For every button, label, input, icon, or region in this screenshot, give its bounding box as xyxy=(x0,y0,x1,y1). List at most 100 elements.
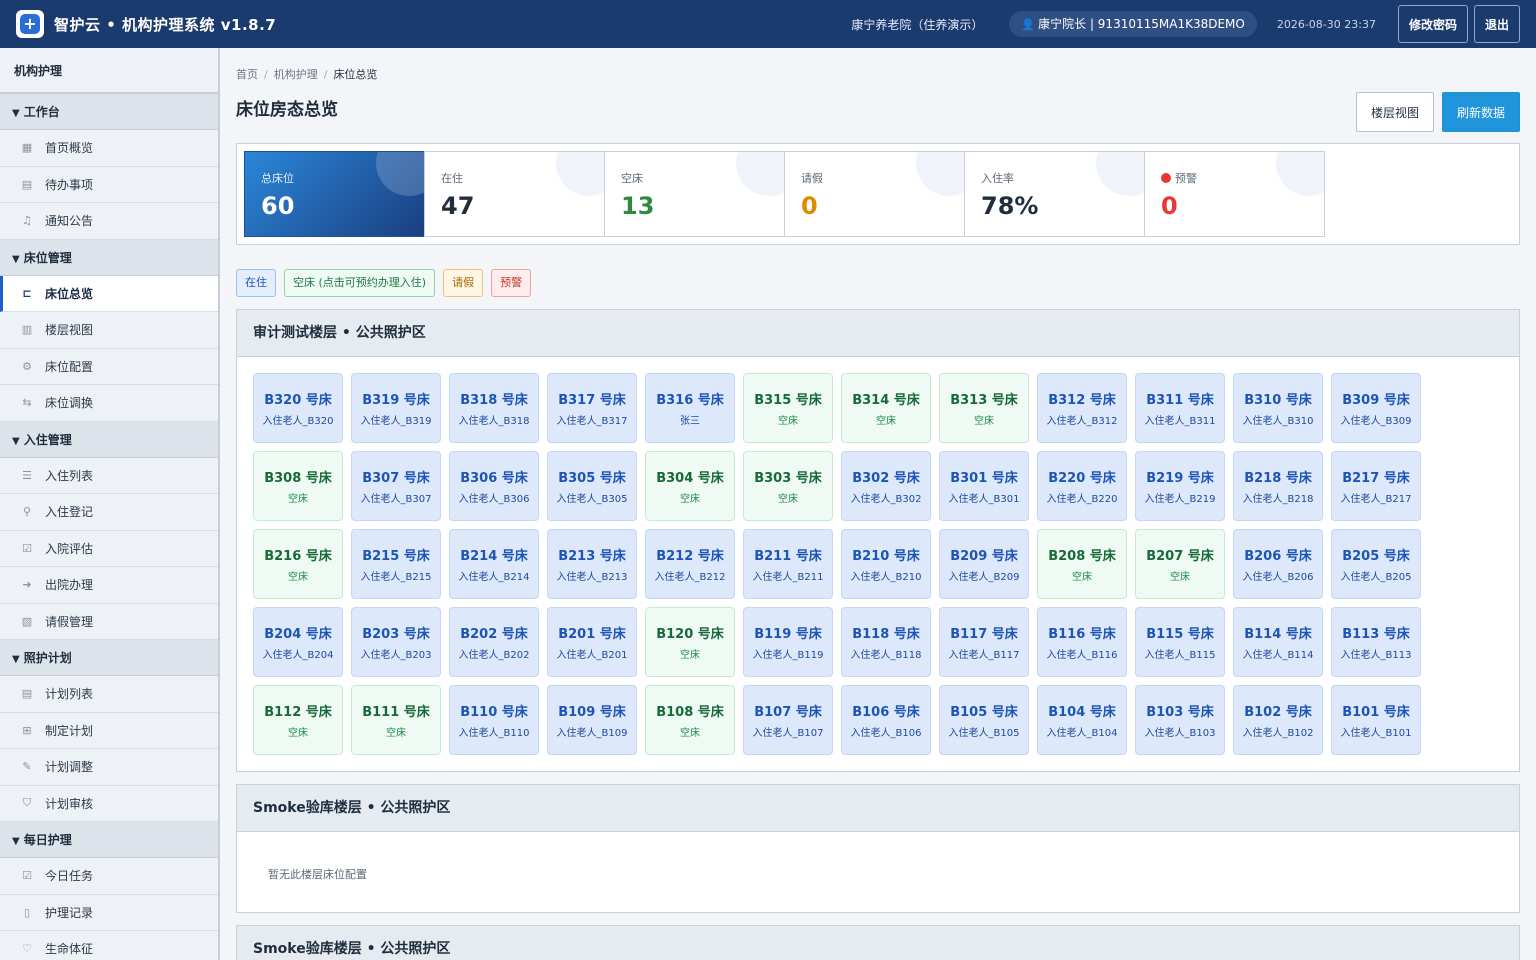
bed-card[interactable]: B119 号床 入住老人_B119 xyxy=(743,607,833,677)
bed-card[interactable]: B312 号床 入住老人_B312 xyxy=(1037,373,1127,443)
bed-card[interactable]: B309 号床 入住老人_B309 xyxy=(1331,373,1421,443)
bed-card[interactable]: B315 号床 空床 xyxy=(743,373,833,443)
bed-occupant: 入住老人_B201 xyxy=(556,650,628,661)
bed-card[interactable]: B310 号床 入住老人_B310 xyxy=(1233,373,1323,443)
bed-card[interactable]: B112 号床 空床 xyxy=(253,685,343,755)
breadcrumb-home[interactable]: 首页 xyxy=(236,68,258,81)
sidebar-item-1-1[interactable]: ▥ 楼层视图 xyxy=(0,312,218,349)
sidebar-item-1-3[interactable]: ⇆ 床位调换 xyxy=(0,385,218,422)
bed-card[interactable]: B303 号床 空床 xyxy=(743,451,833,521)
bed-card[interactable]: B313 号床 空床 xyxy=(939,373,1029,443)
sidebar-item-4-2[interactable]: ♡ 生命体征 xyxy=(0,931,218,960)
bed-card[interactable]: B218 号床 入住老人_B218 xyxy=(1233,451,1323,521)
bed-card[interactable]: B202 号床 入住老人_B202 xyxy=(449,607,539,677)
bed-card[interactable]: B214 号床 入住老人_B214 xyxy=(449,529,539,599)
bed-occupant: 入住老人_B301 xyxy=(948,494,1020,505)
logout-button[interactable]: 退出 xyxy=(1473,5,1520,43)
bed-occupant: 入住老人_B214 xyxy=(458,572,530,583)
sidebar-item-0-0[interactable]: ▦ 首页概览 xyxy=(0,130,218,167)
bed-card[interactable]: B318 号床 入住老人_B318 xyxy=(449,373,539,443)
bed-card[interactable]: B215 号床 入住老人_B215 xyxy=(351,529,441,599)
bed-card[interactable]: B115 号床 入住老人_B115 xyxy=(1135,607,1225,677)
bed-card[interactable]: B316 号床 张三 xyxy=(645,373,735,443)
sidebar-item-3-2[interactable]: ✎ 计划调整 xyxy=(0,749,218,786)
bed-card[interactable]: B304 号床 空床 xyxy=(645,451,735,521)
bed-card[interactable]: B105 号床 入住老人_B105 xyxy=(939,685,1029,755)
sidebar-item-2-0[interactable]: ☰ 入住列表 xyxy=(0,457,218,494)
sidebar-group-4[interactable]: ▼ 每日护理 xyxy=(0,822,218,858)
sidebar-item-3-3[interactable]: ⛉ 计划审核 xyxy=(0,785,218,822)
bed-card[interactable]: B109 号床 入住老人_B109 xyxy=(547,685,637,755)
sidebar-group-1[interactable]: ▼ 床位管理 xyxy=(0,239,218,276)
bed-card[interactable]: B205 号床 入住老人_B205 xyxy=(1331,529,1421,599)
sidebar-group-0[interactable]: ▼ 工作台 xyxy=(0,94,218,130)
bed-card[interactable]: B120 号床 空床 xyxy=(645,607,735,677)
floor-title: 审计测试楼层 • 公共照护区 xyxy=(237,310,1519,357)
bed-card[interactable]: B308 号床 空床 xyxy=(253,451,343,521)
sidebar-item-0-1[interactable]: ▤ 待办事项 xyxy=(0,166,218,203)
bed-number: B108 号床 xyxy=(656,705,724,720)
sidebar-item-3-1[interactable]: ⊞ 制定计划 xyxy=(0,712,218,749)
bed-card[interactable]: B108 号床 空床 xyxy=(645,685,735,755)
floor-view-button[interactable]: 楼层视图 xyxy=(1355,92,1434,132)
bed-card[interactable]: B203 号床 入住老人_B203 xyxy=(351,607,441,677)
sidebar-item-1-0[interactable]: ⊏ 床位总览 xyxy=(0,275,218,312)
bed-card[interactable]: B319 号床 入住老人_B319 xyxy=(351,373,441,443)
sidebar-item-2-4[interactable]: ▧ 请假管理 xyxy=(0,603,218,640)
bed-card[interactable]: B114 号床 入住老人_B114 xyxy=(1233,607,1323,677)
bed-card[interactable]: B206 号床 入住老人_B206 xyxy=(1233,529,1323,599)
bed-card[interactable]: B307 号床 入住老人_B307 xyxy=(351,451,441,521)
bed-card[interactable]: B209 号床 入住老人_B209 xyxy=(939,529,1029,599)
bed-card[interactable]: B216 号床 空床 xyxy=(253,529,343,599)
sidebar-item-label: 入院评估 xyxy=(45,541,94,556)
bed-card[interactable]: B208 号床 空床 xyxy=(1037,529,1127,599)
sidebar-item-1-2[interactable]: ⚙ 床位配置 xyxy=(0,348,218,385)
bed-card[interactable]: B118 号床 入住老人_B118 xyxy=(841,607,931,677)
bed-card[interactable]: B302 号床 入住老人_B302 xyxy=(841,451,931,521)
bed-card[interactable]: B113 号床 入住老人_B113 xyxy=(1331,607,1421,677)
bed-card[interactable]: B301 号床 入住老人_B301 xyxy=(939,451,1029,521)
bed-card[interactable]: B306 号床 入住老人_B306 xyxy=(449,451,539,521)
bed-card[interactable]: B111 号床 空床 xyxy=(351,685,441,755)
bed-card[interactable]: B219 号床 入住老人_B219 xyxy=(1135,451,1225,521)
bed-card[interactable]: B104 号床 入住老人_B104 xyxy=(1037,685,1127,755)
bed-card[interactable]: B314 号床 空床 xyxy=(841,373,931,443)
sidebar-group-2[interactable]: ▼ 入住管理 xyxy=(0,421,218,458)
bed-card[interactable]: B107 号床 入住老人_B107 xyxy=(743,685,833,755)
bed-card[interactable]: B320 号床 入住老人_B320 xyxy=(253,373,343,443)
sidebar-item-0-2[interactable]: ♫ 通知公告 xyxy=(0,203,218,240)
bed-card[interactable]: B101 号床 入住老人_B101 xyxy=(1331,685,1421,755)
bed-card[interactable]: B212 号床 入住老人_B212 xyxy=(645,529,735,599)
bed-card[interactable]: B204 号床 入住老人_B204 xyxy=(253,607,343,677)
bed-card[interactable]: B211 号床 入住老人_B211 xyxy=(743,529,833,599)
sidebar-item-4-1[interactable]: ▯ 护理记录 xyxy=(0,894,218,931)
bed-card[interactable]: B116 号床 入住老人_B116 xyxy=(1037,607,1127,677)
change-password-button[interactable]: 修改密码 xyxy=(1397,5,1468,43)
sidebar-item-4-0[interactable]: ☑ 今日任务 xyxy=(0,858,218,895)
bed-card[interactable]: B217 号床 入住老人_B217 xyxy=(1331,451,1421,521)
breadcrumb: 首页 / 机构护理 / 床位总览 xyxy=(236,68,378,81)
bed-card[interactable]: B311 号床 入住老人_B311 xyxy=(1135,373,1225,443)
bed-card[interactable]: B102 号床 入住老人_B102 xyxy=(1233,685,1323,755)
bed-card[interactable]: B305 号床 入住老人_B305 xyxy=(547,451,637,521)
bed-card[interactable]: B110 号床 入住老人_B110 xyxy=(449,685,539,755)
bed-card[interactable]: B220 号床 入住老人_B220 xyxy=(1037,451,1127,521)
sidebar-item-2-2[interactable]: ☑ 入院评估 xyxy=(0,530,218,567)
sidebar-group-3[interactable]: ▼ 照护计划 xyxy=(0,640,218,676)
bed-card[interactable]: B210 号床 入住老人_B210 xyxy=(841,529,931,599)
bed-card[interactable]: B213 号床 入住老人_B213 xyxy=(547,529,637,599)
sidebar-item-2-3[interactable]: ➜ 出院办理 xyxy=(0,567,218,604)
user-pill[interactable]: 👤 康宁院长 | 91310115MA1K38DEMO xyxy=(1009,11,1257,37)
bed-card[interactable]: B103 号床 入住老人_B103 xyxy=(1135,685,1225,755)
bed-card[interactable]: B317 号床 入住老人_B317 xyxy=(547,373,637,443)
stats-row: 总床位 60 在住 47 空床 13 请假 0 入住率 78% 预警 0 xyxy=(244,151,1512,237)
bed-card[interactable]: B117 号床 入住老人_B117 xyxy=(939,607,1029,677)
sidebar-item-2-1[interactable]: ⚲ 入住登记 xyxy=(0,494,218,531)
bed-number: B107 号床 xyxy=(754,705,822,720)
sidebar-item-3-0[interactable]: ▤ 计划列表 xyxy=(0,676,218,713)
bed-card[interactable]: B201 号床 入住老人_B201 xyxy=(547,607,637,677)
bed-card[interactable]: B207 号床 空床 xyxy=(1135,529,1225,599)
bed-card[interactable]: B106 号床 入住老人_B106 xyxy=(841,685,931,755)
refresh-button[interactable]: 刷新数据 xyxy=(1441,92,1520,132)
breadcrumb-care[interactable]: 机构护理 xyxy=(274,68,318,81)
